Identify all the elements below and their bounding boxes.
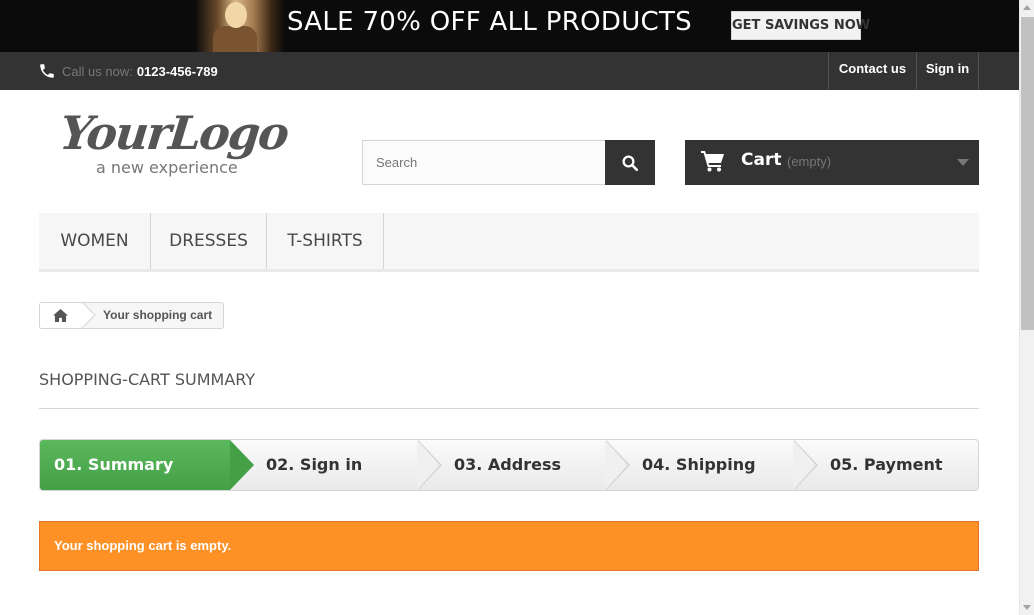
promo-banner[interactable]: SALE 70% OFF ALL PRODUCTS GET SAVINGS NO… <box>0 0 1019 52</box>
scrollbar[interactable] <box>1019 0 1034 615</box>
sign-in-link[interactable]: Sign in <box>916 52 979 90</box>
empty-cart-alert: Your shopping cart is empty. <box>39 521 979 571</box>
main-menu: WOMEN DRESSES T-SHIRTS <box>39 213 979 272</box>
heading-divider <box>39 408 979 409</box>
menu-item-women[interactable]: WOMEN <box>39 213 151 269</box>
cart-dropdown[interactable]: Cart (empty) <box>685 140 979 185</box>
scroll-up-arrow[interactable] <box>1023 5 1031 10</box>
search-button[interactable] <box>605 140 655 185</box>
step-sign-in[interactable]: 02. Sign in <box>254 440 418 490</box>
breadcrumb: Your shopping cart <box>39 302 224 329</box>
phone-info: Call us now: 0123-456-789 <box>38 52 218 90</box>
search-input[interactable] <box>362 140 606 185</box>
step-arrow <box>230 440 254 490</box>
logo-text: YourLogo <box>57 106 290 160</box>
get-savings-button[interactable]: GET SAVINGS NOW <box>731 11 870 40</box>
step-label: 05. Payment <box>830 455 943 474</box>
step-label: 04. Shipping <box>642 455 756 474</box>
phone-icon <box>40 64 54 78</box>
site-logo[interactable]: YourLogo a new experience <box>57 106 300 182</box>
promo-model-image <box>195 0 285 52</box>
scroll-down-arrow[interactable] <box>1023 605 1031 610</box>
step-payment[interactable]: 05. Payment <box>818 440 978 490</box>
search-icon <box>622 155 639 171</box>
cart-icon <box>701 151 724 172</box>
home-icon <box>52 309 68 322</box>
breadcrumb-current: Your shopping cart <box>103 308 213 322</box>
step-address[interactable]: 03. Address <box>442 440 606 490</box>
checkout-steps: 01. Summary 02. Sign in 03. Address 04. … <box>39 439 979 491</box>
step-label: 02. Sign in <box>266 455 363 474</box>
step-shipping[interactable]: 04. Shipping <box>630 440 794 490</box>
breadcrumb-home[interactable] <box>40 303 80 328</box>
logo-tagline: a new experience <box>96 158 238 177</box>
call-label: Call us now: <box>62 63 133 79</box>
step-label: 01. Summary <box>54 455 174 474</box>
step-divider-fill <box>605 440 628 490</box>
chevron-down-icon <box>957 159 969 166</box>
contact-us-link[interactable]: Contact us <box>828 52 916 90</box>
phone-number: 0123-456-789 <box>136 63 218 79</box>
promo-text: SALE 70% OFF ALL PRODUCTS <box>287 7 692 37</box>
step-label: 03. Address <box>454 455 561 474</box>
step-summary[interactable]: 01. Summary <box>40 440 230 490</box>
step-divider-fill <box>417 440 440 490</box>
step-divider-fill <box>793 440 816 490</box>
scroll-thumb[interactable] <box>1021 17 1034 330</box>
page-title: SHOPPING-CART SUMMARY <box>39 370 256 389</box>
cart-label: Cart <box>741 150 782 170</box>
menu-item-tshirts[interactable]: T-SHIRTS <box>267 213 384 269</box>
menu-item-dresses[interactable]: DRESSES <box>151 213 267 269</box>
top-nav-bar: Call us now: 0123-456-789 Contact us Sig… <box>0 52 1019 90</box>
page: SALE 70% OFF ALL PRODUCTS GET SAVINGS NO… <box>0 0 1034 615</box>
cart-status: (empty) <box>787 154 832 169</box>
